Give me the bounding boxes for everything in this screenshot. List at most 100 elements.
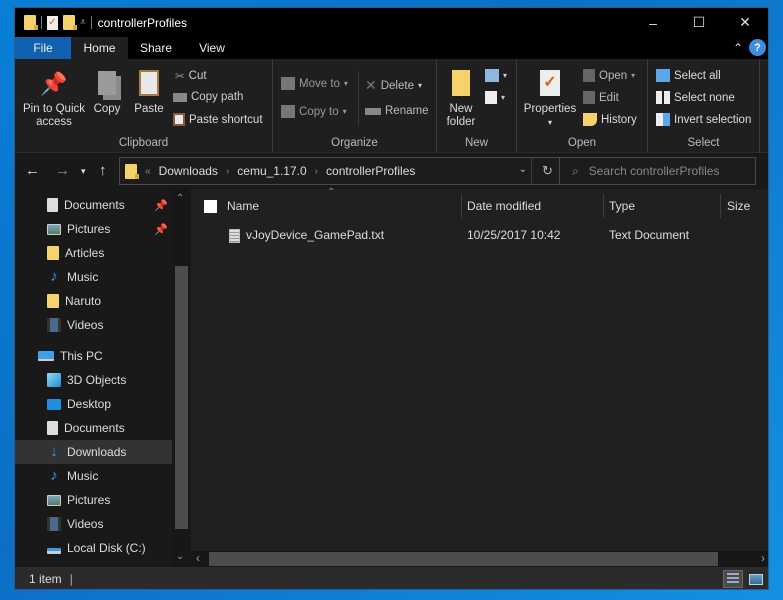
title-bar: ✓ ⩡ controllerProfiles – ☐ ✕ — [15, 8, 768, 37]
sidebar-item-desktop[interactable]: Desktop — [15, 392, 172, 416]
delete-button[interactable]: ✕ Delete ▾ — [365, 77, 422, 94]
horizontal-scrollbar[interactable]: ‹ › — [191, 551, 768, 567]
search-input[interactable]: Search controllerProfiles — [589, 164, 720, 178]
new-folder-button[interactable]: New folder — [443, 67, 479, 129]
search-box[interactable]: ⌕ Search controllerProfiles — [559, 157, 756, 185]
pin-to-quick-access-button[interactable]: 📌 Pin to Quick access — [21, 67, 87, 129]
videos-icon — [47, 318, 61, 332]
paste-shortcut-button[interactable]: Paste shortcut — [173, 113, 263, 126]
scroll-left-icon[interactable]: ‹ — [196, 551, 200, 565]
rename-button[interactable]: Rename — [365, 105, 428, 117]
column-divider[interactable] — [603, 194, 604, 218]
open-button[interactable]: Open ▾ — [583, 69, 635, 82]
sidebar-item-documents-pc[interactable]: Documents — [15, 416, 172, 440]
up-button[interactable]: ↑ — [99, 162, 107, 179]
sidebar-item-articles[interactable]: Articles — [15, 241, 172, 265]
paste-shortcut-icon — [173, 113, 185, 126]
tab-home[interactable]: Home — [71, 37, 128, 59]
breadcrumb-separator[interactable]: › — [315, 166, 318, 177]
copy-path-button[interactable]: Copy path — [173, 91, 243, 103]
select-group: Select all Select none Invert selection … — [648, 59, 760, 153]
scroll-down-icon[interactable]: ⌄ — [176, 551, 184, 562]
copy-to-button[interactable]: Copy to ▾ — [281, 105, 347, 118]
sidebar-scroll-thumb[interactable] — [175, 266, 188, 529]
status-separator: | — [69, 572, 73, 586]
documents-icon — [47, 421, 58, 435]
sidebar-scrollbar[interactable]: ⌃ ⌄ — [173, 189, 190, 567]
copy-icon — [98, 71, 116, 95]
customize-toolbar-icon[interactable]: ⩡ — [80, 17, 86, 28]
properties-icon: ✓ — [540, 70, 560, 96]
horizontal-scroll-thumb[interactable] — [209, 552, 718, 566]
easy-access-button[interactable]: ▾ — [485, 91, 505, 104]
paste-button[interactable]: Paste — [132, 67, 166, 116]
properties-icon[interactable]: ✓ — [47, 15, 58, 30]
close-button[interactable]: ✕ — [722, 8, 768, 37]
column-date-modified[interactable]: Date modified — [467, 199, 541, 213]
edit-button[interactable]: Edit — [583, 91, 619, 104]
file-name: vJoyDevice_GamePad.txt — [246, 228, 385, 242]
column-type[interactable]: Type — [609, 199, 635, 213]
column-header: ⌃ Name Date modified Type Size — [191, 187, 768, 223]
sidebar-item-3d-objects[interactable]: 3D Objects — [15, 368, 172, 392]
copy-to-icon — [281, 105, 295, 118]
move-to-button[interactable]: Move to ▾ — [281, 77, 348, 90]
select-none-button[interactable]: Select none — [656, 91, 735, 104]
sidebar-item-local-disk[interactable]: Local Disk (C:) — [15, 536, 172, 560]
clipboard-group: 📌 Pin to Quick access Copy Paste ✂ Cut C… — [15, 59, 273, 153]
new-folder-icon[interactable] — [63, 15, 77, 30]
new-item-button[interactable]: ▾ — [485, 69, 507, 82]
scroll-up-icon[interactable]: ⌃ — [176, 193, 184, 204]
pin-icon[interactable]: 📌 — [154, 199, 168, 212]
maximize-button[interactable]: ☐ — [676, 8, 722, 37]
overflow-chevron[interactable]: « — [145, 166, 151, 177]
file-row[interactable]: vJoyDevice_GamePad.txt 10/25/2017 10:42 … — [191, 225, 768, 247]
help-icon[interactable]: ? — [749, 39, 766, 56]
tab-share[interactable]: Share — [128, 37, 184, 59]
organize-separator — [358, 71, 359, 125]
folder-icon — [125, 163, 139, 179]
sidebar-item-naruto[interactable]: Naruto — [15, 289, 172, 313]
large-icons-view-button[interactable] — [746, 570, 766, 588]
sidebar-item-documents[interactable]: Documents 📌 — [15, 193, 172, 217]
pin-icon[interactable]: 📌 — [154, 223, 168, 236]
column-divider[interactable] — [720, 194, 721, 218]
select-all-checkbox[interactable] — [204, 200, 217, 213]
address-dropdown-icon[interactable]: ⌄ — [519, 164, 527, 175]
cut-button[interactable]: ✂ Cut — [175, 69, 207, 83]
details-view-button[interactable] — [723, 570, 743, 588]
breadcrumb-cemu[interactable]: cemu_1.17.0 — [237, 164, 306, 178]
select-all-button[interactable]: Select all — [656, 69, 721, 82]
sidebar-item-downloads[interactable]: ↓ Downloads — [15, 440, 172, 464]
minimize-button[interactable]: – — [630, 8, 676, 37]
column-size[interactable]: Size — [727, 199, 750, 213]
recent-locations-button[interactable]: ▾ — [81, 166, 86, 177]
breadcrumb-controllerprofiles[interactable]: controllerProfiles — [326, 164, 415, 178]
copy-button[interactable]: Copy — [91, 67, 123, 116]
sidebar-item-pictures-pc[interactable]: Pictures — [15, 488, 172, 512]
folder-icon — [24, 15, 38, 30]
column-divider[interactable] — [461, 194, 462, 218]
sidebar-item-music[interactable]: ♪ Music — [15, 265, 172, 289]
sidebar-item-this-pc[interactable]: This PC — [15, 344, 172, 368]
file-list-pane: ⌃ Name Date modified Type Size vJoyDevic… — [191, 187, 768, 567]
history-button[interactable]: History — [583, 113, 637, 126]
tab-file[interactable]: File — [15, 37, 71, 59]
breadcrumb-separator[interactable]: › — [226, 166, 229, 177]
sidebar-item-pictures[interactable]: Pictures 📌 — [15, 217, 172, 241]
explorer-body: Documents 📌 Pictures 📌 Articles ♪ Music … — [15, 187, 768, 567]
invert-selection-button[interactable]: Invert selection — [656, 113, 751, 126]
properties-button[interactable]: ✓ Properties ▾ — [521, 67, 579, 129]
address-bar[interactable]: « Downloads › cemu_1.17.0 › controllerPr… — [119, 157, 564, 185]
forward-button[interactable]: → — [55, 162, 70, 179]
back-button[interactable]: ← — [25, 162, 40, 179]
downloads-icon: ↓ — [50, 443, 58, 460]
collapse-ribbon-icon[interactable]: ⌃ — [733, 41, 743, 55]
column-name[interactable]: Name — [227, 199, 259, 213]
sidebar-item-music-pc[interactable]: ♪ Music — [15, 464, 172, 488]
tab-view[interactable]: View — [184, 37, 240, 59]
scroll-right-icon[interactable]: › — [761, 551, 765, 565]
sidebar-item-videos-pc[interactable]: Videos — [15, 512, 172, 536]
breadcrumb-downloads[interactable]: Downloads — [159, 164, 218, 178]
sidebar-item-videos[interactable]: Videos — [15, 313, 172, 337]
